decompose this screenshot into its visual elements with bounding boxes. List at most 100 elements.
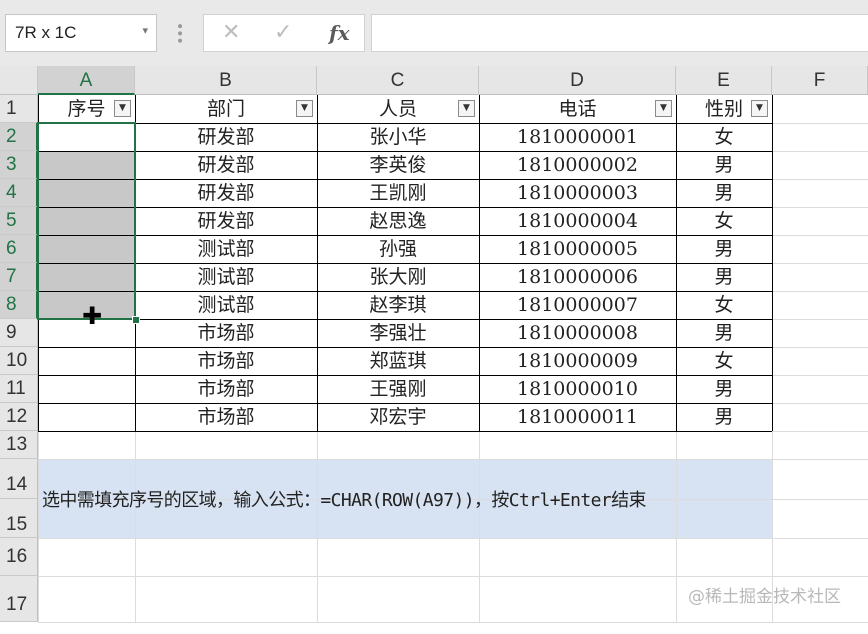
row-header-9[interactable]: 9 [0,319,38,347]
row-header-14[interactable]: 14 [0,459,38,499]
serial-number-cell[interactable] [38,347,135,375]
header-cell: 电话 [558,98,597,120]
table-border-horizontal [38,431,772,432]
name-box[interactable]: 7R x 1C ▾ [5,14,157,52]
table-cell[interactable]: 男 [676,263,772,291]
filter-dropdown-icon[interactable]: ▼ [458,100,475,117]
table-cell[interactable]: 男 [676,179,772,207]
column-header-c[interactable]: C [317,66,479,95]
row-header-3[interactable]: 3 [0,151,38,179]
table-cell[interactable]: 市场部 [135,403,317,431]
table-cell[interactable]: 市场部 [135,319,317,347]
table-cell[interactable]: 郑蓝琪 [317,347,479,375]
table-cell[interactable]: 市场部 [135,375,317,403]
table-cell[interactable]: 张小华 [317,123,479,151]
select-all-corner[interactable] [0,66,38,95]
header-cell: 部门 [206,98,245,120]
enter-icon[interactable]: ✓ [274,20,292,45]
table-cell[interactable]: 女 [676,207,772,235]
table-cell[interactable]: 女 [676,291,772,319]
chevron-down-icon[interactable]: ▾ [142,24,148,37]
table-cell[interactable]: 1810000008 [479,319,676,347]
table-cell[interactable]: 1810000001 [479,123,676,151]
gridline-horizontal [38,459,868,460]
table-cell[interactable]: 女 [676,123,772,151]
row-header-15[interactable]: 15 [0,499,38,538]
table-cell[interactable]: 1810000004 [479,207,676,235]
header-cell: 人员 [378,98,417,120]
table-cell[interactable]: 1810000006 [479,263,676,291]
column-header-d[interactable]: D [479,66,676,95]
insert-function-icon[interactable]: fx [329,21,350,45]
table-cell[interactable]: 王凯刚 [317,179,479,207]
column-header-f[interactable]: F [772,66,868,95]
table-cell[interactable]: 男 [676,375,772,403]
table-cell[interactable]: 1810000010 [479,375,676,403]
table-cell[interactable]: 测试部 [135,263,317,291]
table-cell[interactable]: 1810000011 [479,403,676,431]
serial-number-cell[interactable] [38,403,135,431]
table-cell[interactable]: 测试部 [135,235,317,263]
table-cell[interactable]: 邓宏宇 [317,403,479,431]
table-cell[interactable]: 张大刚 [317,263,479,291]
table-cell[interactable]: 男 [676,403,772,431]
table-cell[interactable]: 男 [676,319,772,347]
selection-border [37,122,136,320]
row-header-13[interactable]: 13 [0,431,38,459]
table-cell[interactable]: 女 [676,347,772,375]
drag-handle-icon[interactable]: ••• [171,22,187,44]
column-header-a[interactable]: A [38,66,135,95]
row-header-12[interactable]: 12 [0,403,38,431]
gridline-horizontal [38,538,868,539]
cell-select-cursor-icon: ✚ [82,302,103,330]
table-cell[interactable]: 市场部 [135,347,317,375]
gridline-horizontal [38,576,868,577]
formula-input[interactable] [371,14,868,52]
table-cell[interactable]: 研发部 [135,123,317,151]
table-cell[interactable]: 研发部 [135,179,317,207]
table-cell[interactable]: 孙强 [317,235,479,263]
serial-number-cell[interactable] [38,375,135,403]
filter-dropdown-icon[interactable]: ▼ [751,100,768,117]
table-cell[interactable]: 1810000007 [479,291,676,319]
table-cell[interactable]: 男 [676,235,772,263]
instruction-note: 选中需填充序号的区域，输入公式：=CHAR(ROW(A97))，按Ctrl+En… [42,490,647,511]
table-cell[interactable]: 赵李琪 [317,291,479,319]
row-header-4[interactable]: 4 [0,179,38,207]
watermark: @稀土掘金技术社区 [688,587,841,607]
table-cell[interactable]: 测试部 [135,291,317,319]
formula-bar: 7R x 1C ▾ ••• ✕ ✓ fx [0,0,868,66]
row-header-1[interactable]: 1 [0,95,38,123]
table-cell[interactable]: 1810000002 [479,151,676,179]
table-cell[interactable]: 1810000005 [479,235,676,263]
table-cell[interactable]: 李强壮 [317,319,479,347]
row-header-2[interactable]: 2 [0,123,38,151]
table-cell[interactable]: 研发部 [135,151,317,179]
table-cell[interactable]: 研发部 [135,207,317,235]
column-header-b[interactable]: B [135,66,317,95]
table-cell[interactable]: 男 [676,151,772,179]
fill-handle[interactable] [132,316,140,324]
row-header-8[interactable]: 8 [0,291,38,319]
row-header-16[interactable]: 16 [0,538,38,576]
table-border-vertical [772,95,773,431]
cancel-icon[interactable]: ✕ [222,20,240,45]
filter-dropdown-icon[interactable]: ▼ [296,100,313,117]
row-header-11[interactable]: 11 [0,375,38,403]
table-cell[interactable]: 王强刚 [317,375,479,403]
row-header-5[interactable]: 5 [0,207,38,235]
column-header-e[interactable]: E [676,66,772,95]
row-header-17[interactable]: 17 [0,576,38,622]
row-header-6[interactable]: 6 [0,235,38,263]
row-header-10[interactable]: 10 [0,347,38,375]
table-cell[interactable]: 1810000003 [479,179,676,207]
table-cell[interactable]: 赵思逸 [317,207,479,235]
filter-dropdown-icon[interactable]: ▼ [655,100,672,117]
gridline-horizontal [38,622,868,623]
filter-dropdown-icon[interactable]: ▼ [114,100,131,117]
table-cell[interactable]: 1810000009 [479,347,676,375]
row-header-7[interactable]: 7 [0,263,38,291]
formula-buttons: ✕ ✓ fx [203,14,365,52]
name-box-value: 7R x 1C [15,23,77,42]
table-cell[interactable]: 李英俊 [317,151,479,179]
